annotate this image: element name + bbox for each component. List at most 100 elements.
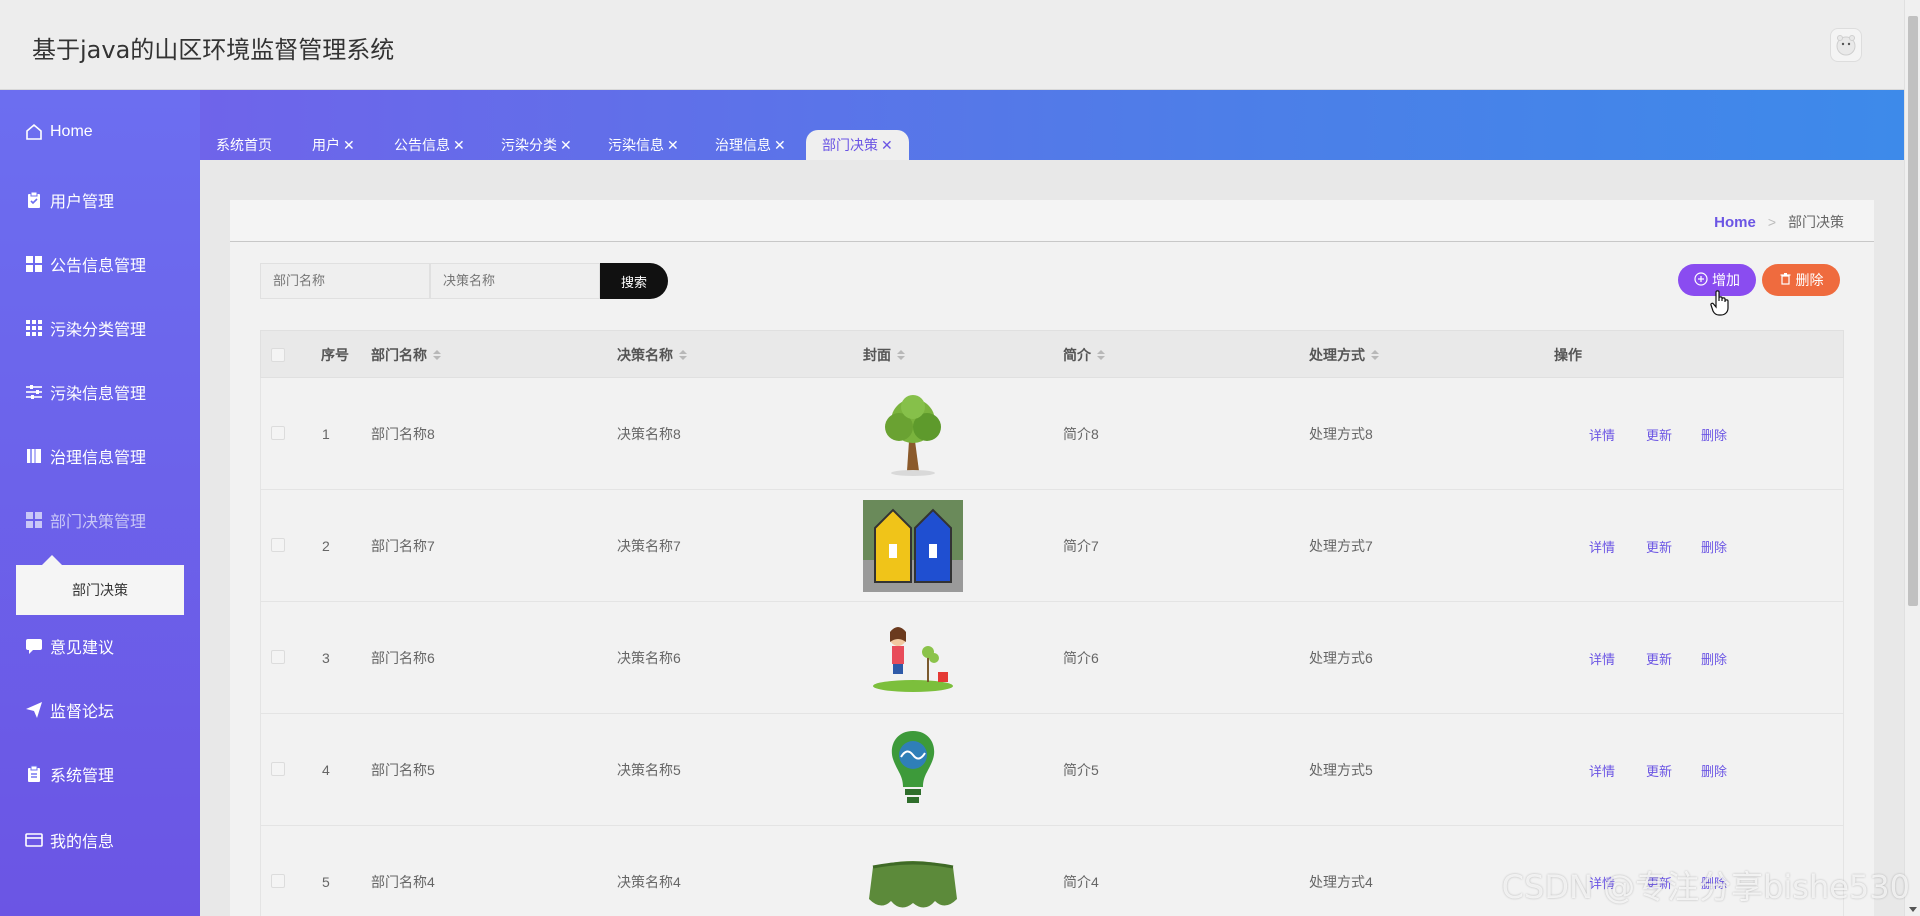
cell-method: 处理方式4: [1309, 874, 1373, 890]
cell-dept: 部门名称8: [371, 426, 435, 442]
cell-method: 处理方式5: [1309, 762, 1373, 778]
select-all-checkbox[interactable]: [271, 348, 285, 362]
submenu-department-decision[interactable]: 部门决策: [16, 555, 184, 615]
tab-home[interactable]: 系统首页: [200, 130, 288, 160]
cell-decision: 决策名称8: [617, 426, 681, 442]
grid-9-icon: [24, 318, 44, 338]
vertical-scrollbar[interactable]: [1904, 0, 1920, 916]
row-checkbox[interactable]: [271, 538, 285, 552]
scrollbar-thumb[interactable]: [1908, 16, 1918, 606]
row-checkbox[interactable]: [271, 874, 285, 888]
tab-user[interactable]: 用户 ✕: [296, 130, 371, 160]
sidebar-item-label: 监督论坛: [50, 704, 115, 721]
cell-dept: 部门名称5: [371, 762, 435, 778]
cell-dept: 部门名称4: [371, 874, 435, 890]
delete-link[interactable]: 删除: [1701, 714, 1727, 826]
sidebar-item-my-info[interactable]: 我的信息: [24, 828, 114, 852]
cell-index: 1: [322, 426, 330, 442]
watermark-text: CSDN @专注分享bishe530: [1501, 868, 1910, 906]
sidebar-item-governance-info[interactable]: 治理信息管理: [24, 444, 146, 468]
dept-name-search-input[interactable]: [260, 263, 430, 299]
sidebar-item-suggestions[interactable]: 意见建议: [24, 634, 114, 658]
sidebar-item-user-management[interactable]: 用户管理: [24, 188, 114, 212]
close-icon[interactable]: ✕: [667, 137, 679, 154]
tab-department-decision[interactable]: 部门决策 ✕: [806, 130, 909, 160]
tab-notice[interactable]: 公告信息 ✕: [378, 130, 481, 160]
cover-image-tree: [863, 388, 963, 480]
detail-link[interactable]: 详情: [1589, 602, 1615, 714]
sidebar-item-label: 部门决策管理: [50, 514, 147, 531]
tab-governance-info[interactable]: 治理信息 ✕: [699, 130, 802, 160]
top-header: 基于java的山区环境监督管理系统: [0, 0, 1904, 90]
tab-label: 污染分类: [501, 137, 557, 153]
detail-link[interactable]: 详情: [1589, 714, 1615, 826]
search-button[interactable]: 搜索: [600, 263, 668, 299]
cell-method: 处理方式8: [1309, 426, 1373, 442]
sort-icon[interactable]: [679, 350, 687, 360]
cover-image-leaf-skirt: [863, 836, 963, 916]
cell-decision: 决策名称7: [617, 538, 681, 554]
add-button-label: 增加: [1712, 272, 1740, 288]
submenu-item-label: 部门决策: [72, 582, 128, 598]
sliders-icon: [24, 382, 44, 402]
col-header-method[interactable]: 处理方式: [1309, 331, 1379, 379]
sort-icon[interactable]: [433, 350, 441, 360]
sidebar-item-system-management[interactable]: 系统管理: [24, 762, 114, 786]
sidebar-item-pollution-info[interactable]: 污染信息管理: [24, 380, 146, 404]
detail-link[interactable]: 详情: [1589, 490, 1615, 602]
tab-label: 公告信息: [394, 137, 450, 153]
sidebar-item-forum[interactable]: 监督论坛: [24, 698, 114, 722]
delete-link[interactable]: 删除: [1701, 490, 1727, 602]
clipboard-check-icon: [24, 190, 44, 210]
cell-method: 处理方式7: [1309, 538, 1373, 554]
sidebar-item-label: 我的信息: [50, 834, 115, 851]
close-icon[interactable]: ✕: [343, 137, 355, 154]
tab-label: 治理信息: [715, 137, 771, 153]
col-header-index: 序号: [321, 347, 349, 363]
breadcrumb-current: 部门决策: [1788, 214, 1844, 230]
close-icon[interactable]: ✕: [774, 137, 786, 154]
detail-link[interactable]: 详情: [1589, 378, 1615, 490]
sidebar-item-notice-management[interactable]: 公告信息管理: [24, 252, 146, 276]
sidebar-item-home[interactable]: Home: [24, 122, 93, 142]
sidebar-item-label: 用户管理: [50, 194, 115, 211]
cell-method: 处理方式6: [1309, 650, 1373, 666]
close-icon[interactable]: ✕: [560, 137, 572, 154]
row-checkbox[interactable]: [271, 762, 285, 776]
cell-index: 2: [322, 538, 330, 554]
sidebar-item-pollution-category[interactable]: 污染分类管理: [24, 316, 146, 340]
update-link[interactable]: 更新: [1646, 490, 1672, 602]
cell-dept: 部门名称6: [371, 650, 435, 666]
sort-icon[interactable]: [1371, 350, 1379, 360]
scroll-down-arrow-icon[interactable]: [1909, 907, 1917, 912]
tab-pollution-category[interactable]: 污染分类 ✕: [485, 130, 588, 160]
home-icon: [24, 122, 44, 142]
decision-name-search-input[interactable]: [430, 263, 600, 299]
breadcrumb-home[interactable]: Home: [1714, 214, 1756, 231]
close-icon[interactable]: ✕: [881, 137, 893, 154]
cell-index: 4: [322, 762, 330, 778]
row-checkbox[interactable]: [271, 426, 285, 440]
sidebar: Home 用户管理 公告信息管理 污染分类管理 污染信息管理 治理信息管理 部门…: [0, 90, 200, 916]
delete-link[interactable]: 删除: [1701, 378, 1727, 490]
sort-icon[interactable]: [1097, 350, 1105, 360]
update-link[interactable]: 更新: [1646, 714, 1672, 826]
update-link[interactable]: 更新: [1646, 602, 1672, 714]
col-header-intro[interactable]: 简介: [1063, 331, 1105, 379]
sidebar-item-department-decision[interactable]: 部门决策管理: [24, 508, 146, 532]
table-row: 3 部门名称6 决策名称6 简介6 处理方式6 详情 更新 删除: [260, 602, 1844, 714]
avatar[interactable]: [1830, 28, 1862, 62]
sidebar-item-label: 意见建议: [50, 640, 115, 657]
col-header-dept[interactable]: 部门名称: [371, 331, 441, 379]
row-checkbox[interactable]: [271, 650, 285, 664]
delete-button[interactable]: 删除: [1762, 264, 1840, 296]
close-icon[interactable]: ✕: [453, 137, 465, 154]
tab-pollution-info[interactable]: 污染信息 ✕: [592, 130, 695, 160]
delete-link[interactable]: 删除: [1701, 602, 1727, 714]
sort-icon[interactable]: [897, 350, 905, 360]
update-link[interactable]: 更新: [1646, 378, 1672, 490]
app-title: 基于java的山区环境监督管理系统: [32, 36, 395, 64]
decision-table: 序号 部门名称 决策名称 封面 简介 处理方式 操作 1 部门名称8 决策名称8…: [260, 330, 1844, 916]
col-header-cover[interactable]: 封面: [863, 331, 905, 379]
col-header-decision[interactable]: 决策名称: [617, 331, 687, 379]
